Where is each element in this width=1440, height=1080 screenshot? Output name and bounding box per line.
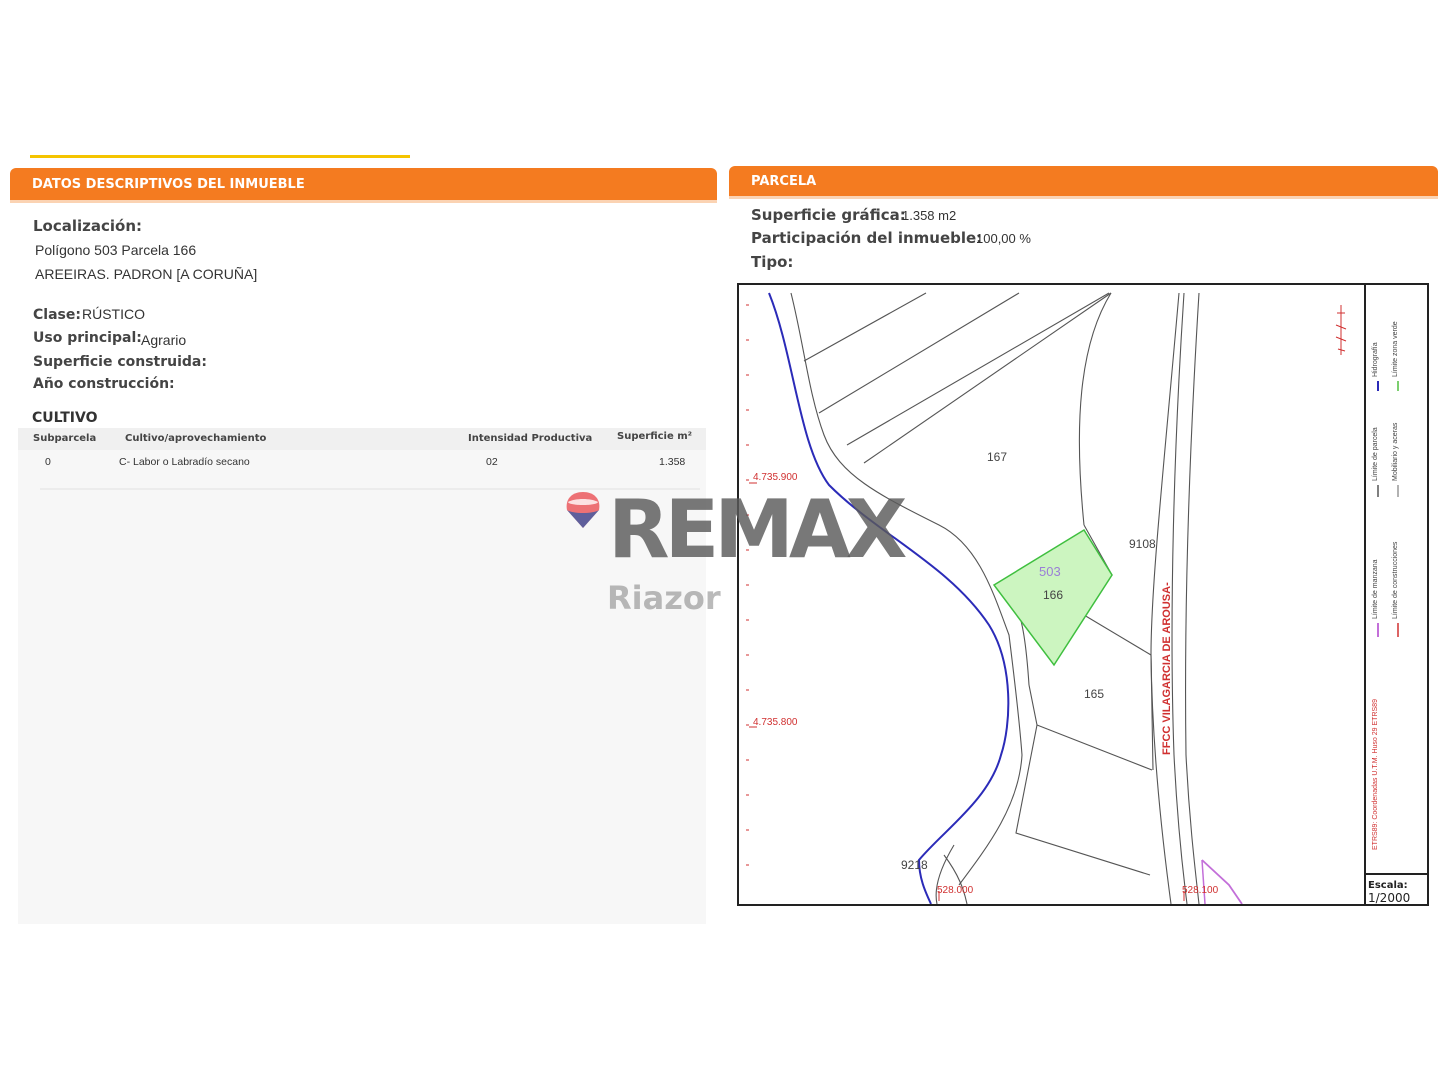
legend-footer: ETRS89: Coordenadas U.T.M. Huso 29 ETRS8…	[1372, 699, 1379, 850]
tipo-label: Tipo:	[751, 253, 794, 271]
margin-ticks	[746, 304, 749, 866]
map-legend: Hidrografía Límite zona verde Límite de …	[1364, 285, 1429, 904]
legend-limite-parcela: Límite de parcela	[1372, 427, 1379, 481]
superficie-construida-label: Superficie construida:	[33, 354, 207, 370]
clase-value: RÚSTICO	[82, 306, 145, 322]
legend-limite-construcciones: Límite de construcciones	[1392, 541, 1399, 619]
parcela-header: PARCELA	[729, 166, 1438, 196]
clase-label: Clase:	[33, 307, 81, 323]
scale-label: Escala:	[1368, 880, 1408, 891]
parcel-label-165: 165	[1084, 687, 1105, 701]
pink-boundary-2	[1201, 859, 1206, 904]
north-symbol	[1335, 305, 1347, 355]
localizacion-line2: AREEIRAS. PADRON [A CORUÑA]	[35, 266, 258, 282]
legend-zona-verde: Límite zona verde	[1392, 321, 1399, 377]
parcel-label-166: 166	[1043, 588, 1064, 602]
legend-separator	[1364, 873, 1429, 875]
participacion-label: Participación del inmueble:	[751, 229, 983, 247]
cadastral-map: 167 9108 503 166 165 9218 4.735.900 4.73…	[737, 283, 1429, 906]
localizacion-line1: Polígono 503 Parcela 166	[35, 242, 197, 258]
coord-label-4735800: 4.735.800	[753, 717, 798, 728]
participacion-value: 100,00 %	[976, 231, 1031, 246]
legend-limite-manzana: Límite de manzana	[1372, 559, 1379, 619]
th-cultivo: Cultivo/aprovechamiento	[125, 433, 267, 444]
legend-hidrografia: Hidrografía	[1372, 342, 1379, 377]
superficie-grafica-label: Superficie gráfica:	[751, 206, 906, 224]
coord-label-528100: 528.100	[1182, 885, 1219, 896]
anio-construccion-label: Año construcción:	[33, 376, 175, 392]
parcel-boundaries	[790, 292, 1200, 904]
yellow-accent-rule	[30, 155, 410, 158]
uso-principal-value: Agrario	[141, 332, 187, 348]
table-row-divider	[40, 488, 700, 490]
parcel-label-9218: 9218	[901, 858, 928, 872]
cultivo-table	[18, 428, 706, 924]
legend-mobiliario: Mobiliario y aceras	[1392, 422, 1399, 481]
pink-boundary	[1201, 859, 1243, 904]
table-row-intensidad: 02	[486, 456, 498, 468]
parcel-label-503: 503	[1039, 564, 1061, 579]
table-row-cultivo: C- Labor o Labradío secano	[119, 456, 250, 468]
hydrography-line	[768, 292, 1010, 904]
cultivo-table-header	[18, 428, 706, 450]
coord-marks	[749, 482, 1185, 901]
superficie-grafica-value: 1.358 m2	[902, 208, 957, 223]
th-subparcela: Subparcela	[33, 433, 97, 444]
scale-value: 1/2000	[1368, 891, 1411, 905]
coord-label-528000: 528.000	[937, 885, 974, 896]
parcel-label-167: 167	[987, 450, 1008, 464]
parcel-label-9108: 9108	[1129, 537, 1156, 551]
road-label: FFCC VILAGARCIA DE AROUSA-	[1161, 582, 1173, 755]
table-row-superficie: 1.358	[659, 456, 686, 468]
table-row-subparcela: 0	[45, 456, 51, 468]
cultivo-title: CULTIVO	[32, 410, 98, 426]
th-intensidad: Intensidad Productiva	[468, 433, 593, 444]
datos-descriptivos-header: DATOS DESCRIPTIVOS DEL INMUEBLE	[10, 168, 717, 200]
th-superficie: Superficie m²	[617, 431, 693, 442]
localizacion-label: Localización:	[33, 217, 143, 235]
uso-principal-label: Uso principal:	[33, 330, 142, 346]
coord-label-4735900: 4.735.900	[753, 472, 798, 483]
